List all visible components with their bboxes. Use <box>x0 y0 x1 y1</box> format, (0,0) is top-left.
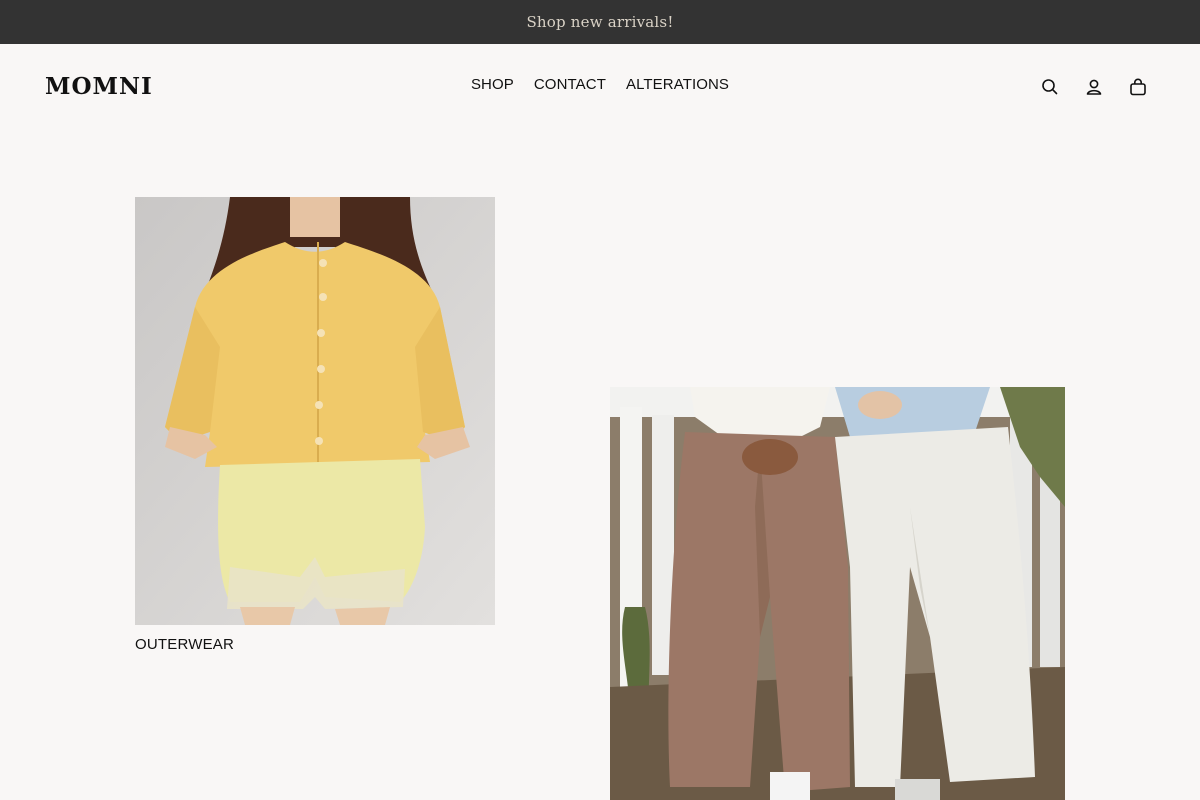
announcement-text[interactable]: Shop new arrivals! <box>526 13 673 31</box>
collection-image-denim[interactable] <box>610 387 1065 800</box>
cart-icon[interactable] <box>1128 77 1148 97</box>
collection-image-outerwear[interactable] <box>135 197 495 625</box>
nav-alterations[interactable]: ALTERATIONS <box>626 76 729 93</box>
header-icons <box>1040 77 1148 97</box>
main-nav: SHOP CONTACT ALTERATIONS <box>0 76 1200 93</box>
nav-contact[interactable]: CONTACT <box>534 76 606 93</box>
site-header: MOMNI SHOP CONTACT ALTERATIONS <box>0 44 1200 130</box>
search-icon[interactable] <box>1040 77 1060 97</box>
account-icon[interactable] <box>1084 77 1104 97</box>
collection-caption-outerwear[interactable]: OUTERWEAR <box>135 636 234 653</box>
announcement-bar[interactable]: Shop new arrivals! <box>0 0 1200 44</box>
nav-shop[interactable]: SHOP <box>471 76 514 93</box>
